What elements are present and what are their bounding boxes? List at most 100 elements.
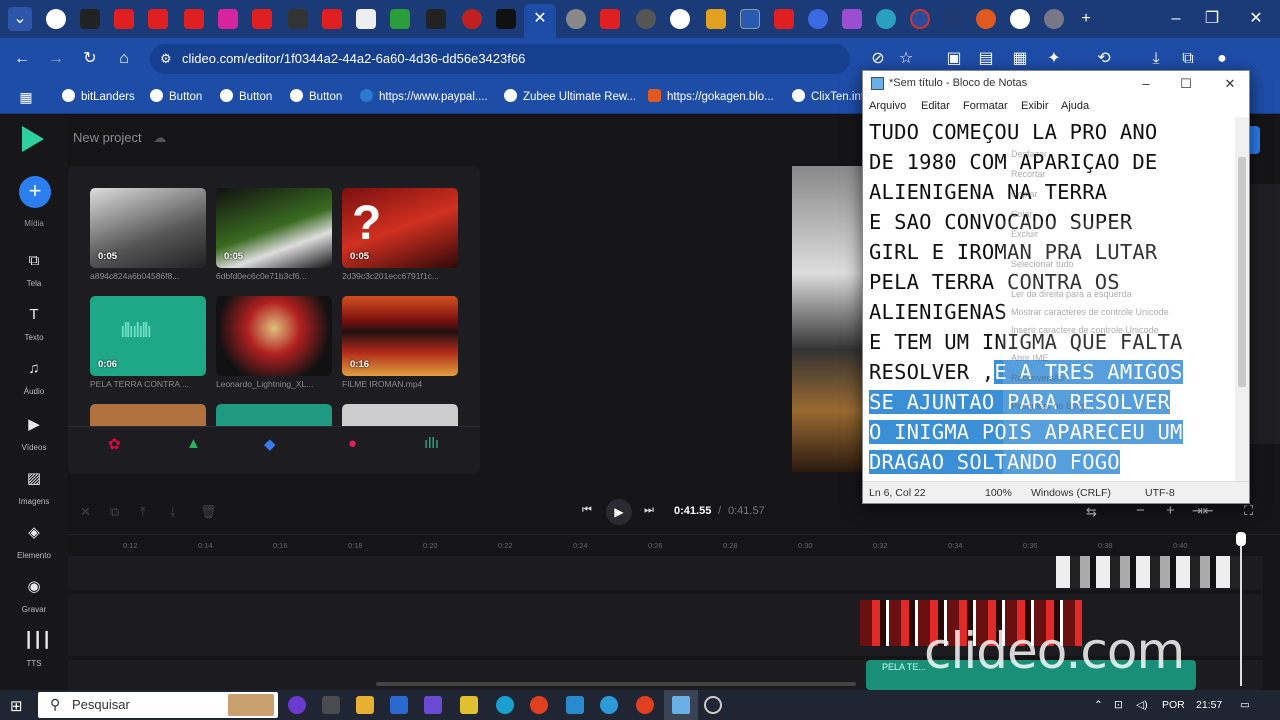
duplicate-icon[interactable]: ⧉ xyxy=(110,504,119,520)
minimize-window-icon[interactable]: – xyxy=(1164,7,1188,31)
telegram-icon[interactable] xyxy=(600,696,618,714)
video-preview[interactable] xyxy=(792,166,862,472)
context-menu-item[interactable]: Excluir xyxy=(1011,229,1038,239)
split-icon[interactable]: ⇆ xyxy=(1086,504,1097,520)
playhead-handle[interactable] xyxy=(1236,532,1246,546)
skip-forward-icon[interactable]: ⏭ xyxy=(644,504,654,517)
move-up-icon[interactable]: ⤒ xyxy=(140,504,146,520)
tab-favicon-icon[interactable] xyxy=(46,9,66,29)
profile-avatar-icon[interactable]: ● xyxy=(1210,47,1234,71)
extension-icon[interactable]: ▤ xyxy=(974,47,998,71)
media-thumbnail[interactable] xyxy=(342,404,458,426)
taskbar-app-icon[interactable] xyxy=(390,696,408,714)
tab-search-button[interactable]: ⌄ xyxy=(8,7,32,31)
tab-favicon-icon[interactable] xyxy=(566,9,586,29)
zoom-out-icon[interactable]: − xyxy=(1136,502,1145,519)
menu-view[interactable]: Exibir xyxy=(1021,100,1049,112)
bookmark-item[interactable]: Button xyxy=(220,86,272,108)
network-icon[interactable]: ⊡ xyxy=(1114,699,1123,711)
audio-source-icon[interactable]: ıllı xyxy=(424,435,439,452)
settings-icon[interactable] xyxy=(704,696,722,714)
tracking-prevention-icon[interactable]: ⊘ xyxy=(866,47,890,71)
edge-icon[interactable] xyxy=(496,696,514,714)
tab-favicon-icon[interactable] xyxy=(976,9,996,29)
tab-favicon-icon[interactable] xyxy=(876,9,896,29)
notifications-icon[interactable]: ▭ xyxy=(1240,699,1250,711)
tab-favicon-icon[interactable] xyxy=(390,9,410,29)
media-thumbnail[interactable]: 0:05 xyxy=(90,188,206,268)
bookmark-item[interactable]: https://www.paypal.... xyxy=(360,86,488,108)
context-menu-item[interactable]: Desfazer xyxy=(1011,149,1047,159)
close-icon[interactable]: ✕ xyxy=(1215,74,1245,94)
menu-format[interactable]: Formatar xyxy=(963,100,1008,112)
tray-chevron-icon[interactable]: ⌃ xyxy=(1094,699,1103,711)
volume-icon[interactable]: ◁) xyxy=(1136,699,1148,711)
taskbar-app-icon[interactable] xyxy=(424,696,442,714)
tab-favicon-icon[interactable] xyxy=(1044,9,1064,29)
back-arrow-icon[interactable]: ← xyxy=(10,47,34,71)
notepad-text-area[interactable]: TUDO COMEÇOU LA PRO ANO DE 1980 COM APAR… xyxy=(863,117,1235,481)
tab-tiktok-icon[interactable] xyxy=(496,9,516,29)
forward-arrow-icon[interactable]: → xyxy=(44,47,68,71)
context-menu-item[interactable]: Ler da direita para a esquerda xyxy=(1011,289,1132,299)
taskbar-app-icon[interactable] xyxy=(460,696,478,714)
delete-icon[interactable]: 🗑 xyxy=(200,504,217,520)
media-thumbnail[interactable] xyxy=(216,296,332,376)
sidebar-item-text[interactable]: T Texto xyxy=(4,306,64,354)
tab-favicon-icon[interactable] xyxy=(670,9,690,29)
file-explorer-icon[interactable] xyxy=(356,696,374,714)
tab-instagram-icon[interactable] xyxy=(218,9,238,29)
tab-favicon-icon[interactable] xyxy=(944,9,964,29)
fit-timeline-icon[interactable]: ⇥⇤ xyxy=(1192,503,1214,519)
taskbar-app-icon[interactable] xyxy=(288,696,306,714)
record-source-icon[interactable]: ● xyxy=(348,435,357,452)
bookmark-item[interactable]: ClixTen.inf xyxy=(792,86,864,108)
download-icon[interactable]: ⤓ xyxy=(1144,47,1168,71)
minimize-icon[interactable]: – xyxy=(1131,74,1161,94)
sidebar-item-media[interactable]: Mídia xyxy=(4,219,64,228)
sidebar-item-elements[interactable]: ◈ Elemento xyxy=(4,524,64,572)
google-drive-icon[interactable]: ▲ xyxy=(186,435,201,452)
project-name[interactable]: New project ☁ xyxy=(73,130,166,146)
tab-cloud-icon[interactable] xyxy=(740,9,760,29)
tab-youtube-icon[interactable] xyxy=(774,9,794,29)
menu-help[interactable]: Ajuda xyxy=(1061,100,1089,112)
site-info-icon[interactable]: ⚙ xyxy=(160,44,172,74)
media-thumbnail[interactable]: ? 0:05 xyxy=(342,188,458,268)
skip-back-icon[interactable]: ⏮ xyxy=(582,504,592,517)
cut-icon[interactable]: ✕ xyxy=(80,504,91,520)
sidebar-item-images[interactable]: ▨ Imagens xyxy=(4,470,64,518)
taskbar-app-icon[interactable] xyxy=(566,696,584,714)
bookmark-item[interactable]: https://gokagen.blo... xyxy=(648,86,774,108)
tab-favicon-icon[interactable] xyxy=(636,9,656,29)
notepad-titlebar[interactable]: *Sem título - Bloco de Notas – ☐ ✕ xyxy=(863,71,1249,97)
close-window-icon[interactable]: ✕ xyxy=(1244,7,1268,31)
add-media-plus-icon[interactable]: + xyxy=(19,176,51,208)
tab-favicon-icon[interactable] xyxy=(706,9,726,29)
media-thumbnail[interactable]: 0:16 xyxy=(342,296,458,376)
media-thumbnail[interactable]: 0:05 xyxy=(216,188,332,268)
notepad-scrollbar[interactable] xyxy=(1235,117,1249,481)
tab-favicon-icon[interactable] xyxy=(842,9,862,29)
task-view-icon[interactable] xyxy=(322,696,340,714)
fullscreen-icon[interactable]: ⛶ xyxy=(1244,503,1253,519)
collections-icon[interactable]: ⧉ xyxy=(1176,47,1200,71)
context-menu-item[interactable]: Colar xyxy=(1011,209,1033,219)
context-menu-item[interactable]: Copiar xyxy=(1011,189,1038,199)
tab-youtube-icon[interactable] xyxy=(322,9,342,29)
play-button[interactable]: ▶ xyxy=(606,499,632,525)
notepad-taskbar-button[interactable] xyxy=(664,690,698,720)
active-tab-close-icon[interactable]: ✕ xyxy=(524,4,556,38)
tab-favicon-icon[interactable] xyxy=(80,9,100,29)
bookmark-item[interactable]: Button xyxy=(290,86,342,108)
context-menu-item[interactable]: Recortar xyxy=(1011,169,1046,179)
context-menu-item[interactable]: Selecionar tudo xyxy=(1011,259,1074,269)
move-down-icon[interactable]: ⤓ xyxy=(170,504,176,520)
menu-file[interactable]: Arquivo xyxy=(869,100,906,112)
tab-favicon-icon[interactable] xyxy=(910,9,930,29)
apps-grid-icon[interactable]: ▦ xyxy=(14,85,38,109)
reload-icon[interactable]: ↻ xyxy=(78,47,102,71)
clock[interactable]: 21:57 xyxy=(1196,699,1222,711)
tab-favicon-icon[interactable] xyxy=(426,9,446,29)
timeline-scrollbar[interactable] xyxy=(376,682,856,686)
